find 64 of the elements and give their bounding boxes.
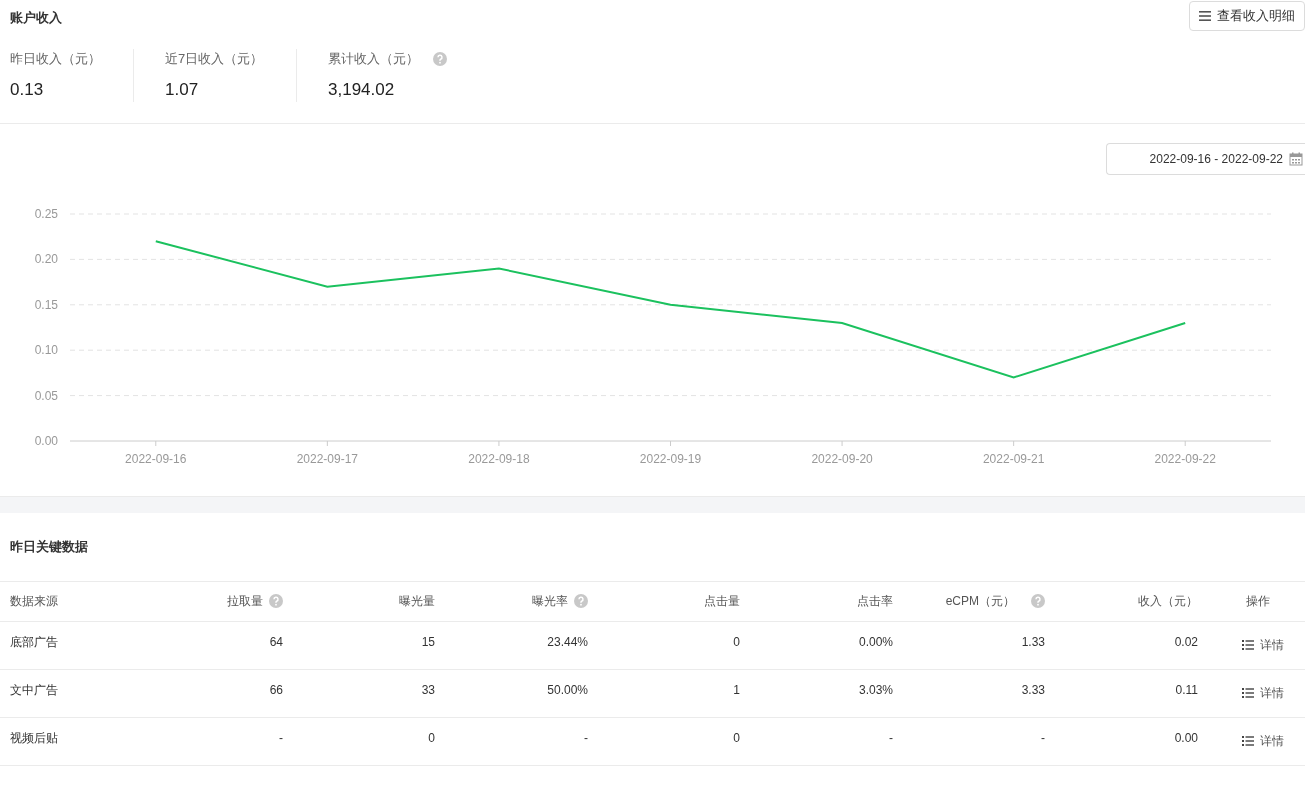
column-header: 收入（元）: [1138, 593, 1198, 610]
table-cell-text: -: [278, 730, 283, 747]
y-axis-label: 0.00: [34, 434, 58, 448]
column-header: 曝光量: [399, 593, 435, 610]
column-header: 数据来源: [10, 593, 58, 610]
table-cell-text: 23.44%: [546, 634, 588, 651]
menu-icon: [1199, 11, 1211, 21]
x-axis-label: 2022-09-17: [296, 452, 359, 466]
table-cell-text: 文中广告: [9, 682, 59, 699]
table-cell-text: -: [583, 730, 588, 747]
detail-link[interactable]: 详情: [1241, 636, 1284, 654]
table-cell-text: -: [1040, 730, 1045, 747]
y-axis-label: 0.05: [34, 388, 58, 403]
table-cell-text: 0.00: [1173, 730, 1198, 747]
stat-value: 1.07: [165, 78, 200, 101]
table-cell-text: 0: [732, 730, 740, 747]
section-title: 账户收入: [9, 9, 62, 27]
table-cell-text: -: [888, 730, 893, 747]
y-axis-label: 0.15: [34, 297, 58, 312]
table-cell-text: 视频后贴: [9, 730, 59, 747]
income-detail-button[interactable]: 查看收入明细: [1189, 1, 1305, 31]
detail-link[interactable]: 详情: [1241, 684, 1284, 702]
y-axis-label: 0.10: [34, 343, 58, 358]
column-header: 点击率: [857, 593, 893, 610]
table-cell-text: 0.02: [1173, 634, 1198, 651]
list-icon: [1241, 640, 1254, 650]
x-axis-label: 2022-09-22: [1154, 452, 1216, 466]
table-cell-text: 33: [420, 682, 435, 699]
y-axis-label: 0.25: [34, 207, 58, 221]
table-cell-text: 3.03%: [857, 682, 893, 699]
table-cell-text: 1: [732, 682, 740, 699]
table-cell-text: 底部广告: [9, 634, 59, 651]
x-axis-label: 2022-09-21: [982, 452, 1045, 466]
table-cell-text: 0.00%: [857, 634, 893, 651]
stat-label: 近7日收入（元）: [165, 50, 264, 68]
y-axis-label: 0.20: [34, 252, 58, 267]
x-axis-label: 2022-09-18: [468, 452, 530, 466]
table-cell-text: 66: [268, 682, 283, 699]
column-header: 操作: [1245, 593, 1270, 610]
list-icon: [1241, 736, 1254, 746]
column-header: 曝光率: [532, 593, 568, 610]
column-header: eCPM（元）: [945, 593, 1015, 610]
section-title: 昨日关键数据: [9, 538, 89, 556]
x-axis-label: 2022-09-19: [639, 452, 702, 466]
table-cell-text: 0.11: [1174, 682, 1198, 699]
column-header: 拉取量: [227, 593, 263, 610]
table-cell-text: 0: [732, 634, 740, 651]
stat-label: 累计收入（元）: [328, 50, 419, 68]
table-cell-text: 15: [420, 634, 435, 651]
list-icon: [1241, 688, 1254, 698]
table-cell-text: 3.33: [1020, 682, 1045, 699]
stat-value: 0.13: [10, 78, 45, 101]
date-range-field[interactable]: 2022-09-16 - 2022-09-22: [1106, 143, 1305, 175]
x-axis-label: 2022-09-16: [125, 452, 187, 466]
stat-value: 3,194.02: [328, 78, 396, 101]
detail-link[interactable]: 详情: [1241, 732, 1284, 750]
table-cell-text: 0: [427, 730, 435, 747]
table-cell-text: 50.00%: [546, 682, 588, 699]
table-cell-text: 1.33: [1020, 634, 1045, 651]
x-axis-label: 2022-09-20: [811, 452, 873, 466]
column-header: 点击量: [704, 593, 740, 610]
stat-label: 昨日收入（元）: [10, 50, 101, 68]
calendar-icon: [1289, 152, 1303, 166]
table-cell-text: 64: [268, 634, 283, 651]
